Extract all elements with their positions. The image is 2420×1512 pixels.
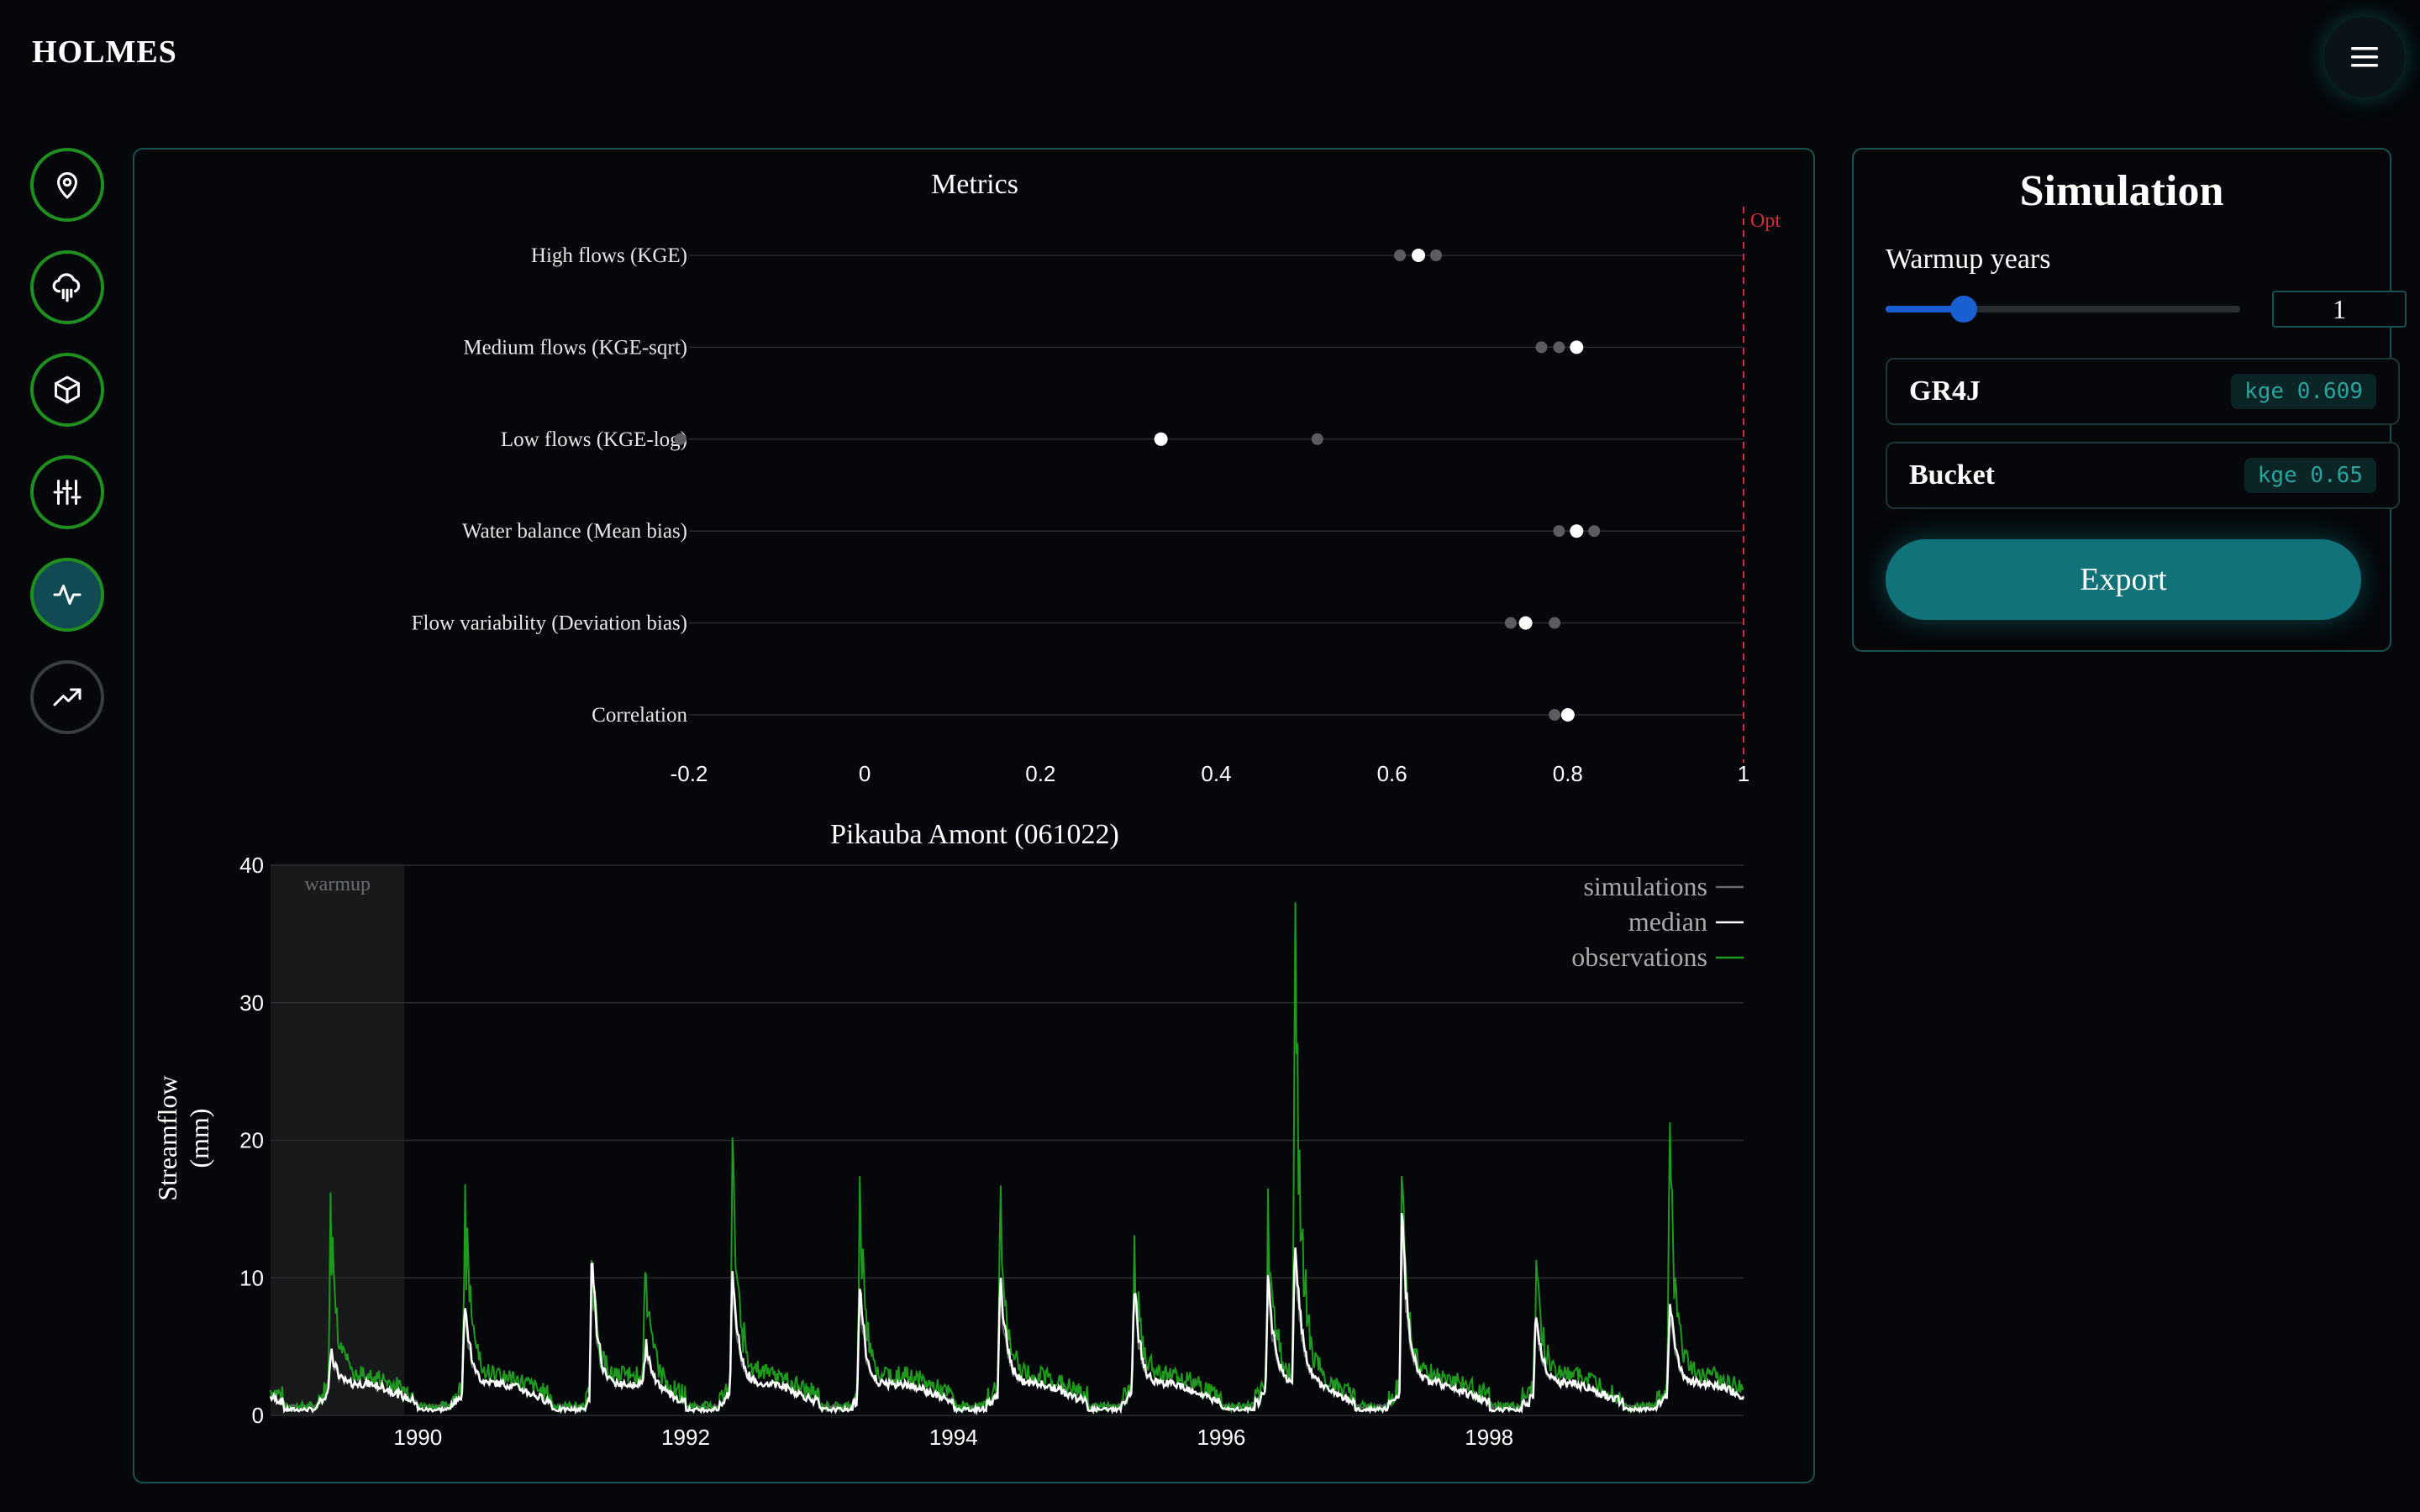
metric-row: Correlation bbox=[592, 704, 1744, 727]
metric-label: High flows (KGE) bbox=[531, 244, 687, 267]
optimum-label: Opt bbox=[1750, 210, 1781, 232]
sidebar-item-model[interactable] bbox=[30, 353, 104, 427]
simulation-point bbox=[1394, 249, 1407, 261]
sliders-icon bbox=[53, 480, 82, 505]
metrics-x-tick: 1 bbox=[1738, 761, 1749, 786]
sidebar-item-location[interactable] bbox=[30, 148, 104, 222]
metrics-x-tick: 0.4 bbox=[1201, 761, 1231, 786]
metric-row: Flow variability (Deviation bias) bbox=[412, 612, 1744, 635]
streamflow-y-tick: 0 bbox=[252, 1403, 264, 1428]
median-point bbox=[1570, 340, 1584, 354]
cube-icon bbox=[55, 375, 80, 404]
simulation-point bbox=[674, 433, 687, 445]
simulation-point bbox=[1429, 249, 1442, 261]
legend-label: simulations bbox=[1583, 871, 1707, 901]
streamflow-chart: Pikauba Amont (061022) warmup 010203040 … bbox=[152, 819, 1745, 1450]
map-pin-icon bbox=[57, 172, 77, 199]
simulation-panel: Simulation Warmup years 1 GR4J kge 0.609… bbox=[1852, 148, 2407, 652]
streamflow-x-tick: 1990 bbox=[393, 1425, 442, 1450]
model-name: GR4J bbox=[1909, 375, 1981, 407]
simulation-point bbox=[1549, 709, 1561, 721]
median-point bbox=[1560, 708, 1575, 722]
simulation-point bbox=[1311, 433, 1323, 445]
streamflow-chart-title: Pikauba Amont (061022) bbox=[830, 819, 1119, 850]
simulation-title: Simulation bbox=[2019, 167, 2224, 215]
export-button[interactable]: Export bbox=[1886, 539, 2361, 620]
median-point bbox=[1412, 249, 1426, 262]
hamburger-menu-icon bbox=[2351, 47, 2378, 67]
median-point bbox=[1518, 616, 1533, 630]
metrics-x-tick: -0.2 bbox=[671, 761, 708, 786]
metric-label: Low flows (KGE-log) bbox=[501, 428, 687, 451]
metrics-x-tick: 0.2 bbox=[1025, 761, 1055, 786]
metric-row: Water balance (Mean bias) bbox=[462, 520, 1744, 543]
metrics-x-tick: 0.6 bbox=[1377, 761, 1407, 786]
simulation-point bbox=[1553, 525, 1565, 538]
metrics-chart-title: Metrics bbox=[931, 169, 1018, 200]
model-card-gr4j[interactable]: GR4J kge 0.609 bbox=[1886, 358, 2400, 425]
metrics-x-tick: 0 bbox=[859, 761, 871, 786]
metric-row: Low flows (KGE-log) bbox=[501, 428, 1744, 451]
sidebar-item-simulation[interactable] bbox=[30, 558, 104, 632]
trending-up-icon bbox=[53, 688, 82, 706]
streamflow-y-tick: 30 bbox=[239, 990, 264, 1016]
streamflow-legend: simulations median observations bbox=[1571, 871, 1744, 972]
metric-label: Water balance (Mean bias) bbox=[462, 520, 687, 543]
sidebar-item-calibration[interactable] bbox=[30, 455, 104, 529]
metrics-chart: Metrics High flows (KGE) Medium flows (KG… bbox=[412, 169, 1781, 786]
activity-pulse-icon bbox=[53, 585, 82, 605]
model-kge-badge: kge 0.65 bbox=[2244, 458, 2376, 493]
median-point bbox=[1570, 524, 1584, 538]
streamflow-x-tick: 1994 bbox=[929, 1425, 978, 1450]
sidebar-item-projection[interactable] bbox=[30, 660, 104, 734]
legend-label: observations bbox=[1571, 942, 1707, 972]
warmup-years-label: Warmup years bbox=[1886, 244, 2051, 275]
streamflow-y-tick: 10 bbox=[239, 1265, 264, 1290]
rain-cloud-icon bbox=[52, 273, 81, 302]
model-name: Bucket bbox=[1909, 459, 1995, 491]
sidebar bbox=[30, 148, 104, 763]
warmup-slider-thumb[interactable] bbox=[1949, 296, 1977, 323]
legend-item: observations bbox=[1571, 942, 1744, 972]
streamflow-y-label: Streamflow(mm) bbox=[152, 1075, 214, 1200]
warmup-label: warmup bbox=[304, 874, 371, 895]
metric-row: High flows (KGE) bbox=[531, 244, 1744, 267]
streamflow-x-tick: 1992 bbox=[661, 1425, 710, 1450]
metric-label: Flow variability (Deviation bias) bbox=[412, 612, 687, 635]
simulation-point bbox=[1553, 341, 1565, 354]
app-title: HOLMES bbox=[32, 34, 177, 70]
simulation-point bbox=[1549, 617, 1561, 629]
legend-item: simulations bbox=[1583, 871, 1744, 901]
legend-label: median bbox=[1628, 906, 1707, 937]
model-card-bucket[interactable]: Bucket kge 0.65 bbox=[1886, 442, 2400, 509]
median-point bbox=[1154, 432, 1168, 446]
simulation-point bbox=[1535, 341, 1548, 354]
streamflow-y-tick: 40 bbox=[239, 853, 264, 878]
metric-label: Medium flows (KGE-sqrt) bbox=[463, 336, 687, 359]
results-panel: Metrics High flows (KGE) Medium flows (KG… bbox=[133, 148, 1815, 1483]
legend-item: median bbox=[1628, 906, 1744, 937]
menu-button[interactable] bbox=[2324, 17, 2405, 97]
streamflow-x-tick: 1996 bbox=[1197, 1425, 1246, 1450]
simulation-point bbox=[1504, 617, 1517, 629]
streamflow-x-tick: 1998 bbox=[1465, 1425, 1513, 1450]
metric-label: Correlation bbox=[592, 704, 687, 727]
sidebar-item-forcing[interactable] bbox=[30, 250, 104, 324]
warmup-years-slider[interactable] bbox=[1886, 296, 2240, 323]
model-kge-badge: kge 0.609 bbox=[2231, 374, 2376, 409]
metric-row: Medium flows (KGE-sqrt) bbox=[463, 336, 1744, 359]
simulation-point bbox=[1588, 525, 1601, 538]
metrics-x-tick: 0.8 bbox=[1553, 761, 1583, 786]
streamflow-y-tick: 20 bbox=[239, 1128, 264, 1153]
warmup-years-input[interactable]: 1 bbox=[2272, 291, 2407, 328]
